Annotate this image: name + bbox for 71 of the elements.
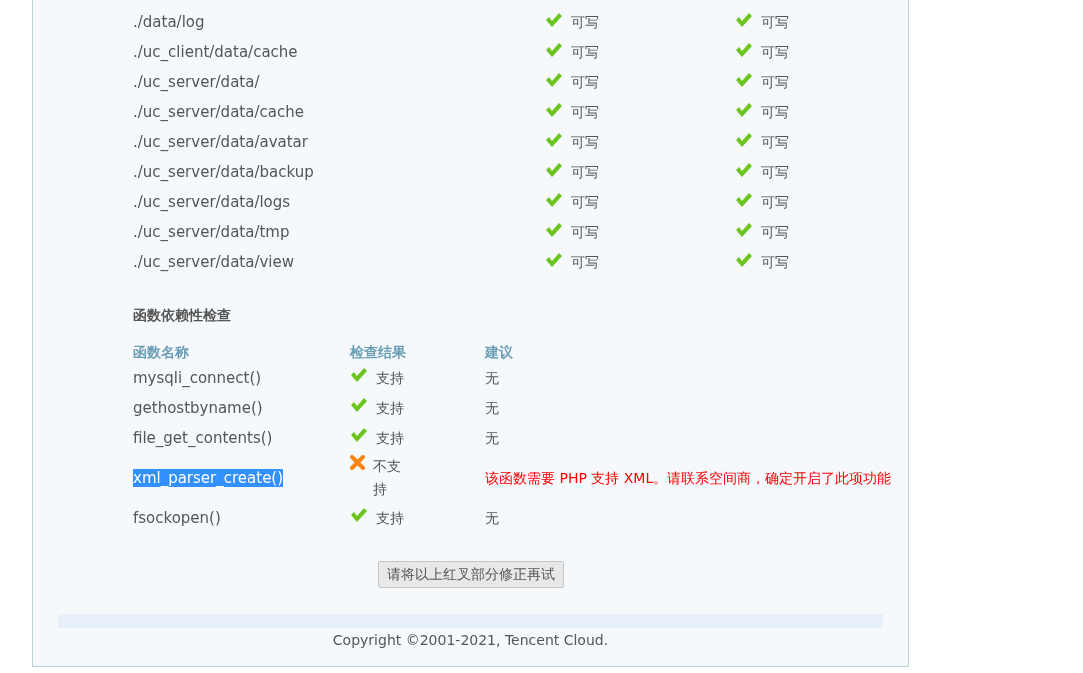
check-icon <box>545 161 563 178</box>
advice-text: 无 <box>485 428 500 448</box>
directory-path: ./uc_server/data/backup <box>133 161 315 183</box>
status-text: 可写 <box>761 222 789 242</box>
status-text: 可写 <box>761 72 789 92</box>
directory-path: ./uc_server/data/logs <box>133 191 292 213</box>
status-text: 可写 <box>571 252 599 272</box>
function-name: gethostbyname() <box>133 399 263 417</box>
result-text: 支持 <box>376 508 405 528</box>
advice-text: 该函数需要 PHP 支持 XML。请联系空间商，确定开启了此项功能 <box>485 468 893 488</box>
check-icon <box>735 191 753 208</box>
directory-path: ./uc_server/data/ <box>133 71 261 93</box>
check-icon <box>545 251 563 268</box>
check-icon <box>735 41 753 58</box>
status-text: 可写 <box>761 162 789 182</box>
status-text: 可写 <box>571 42 599 62</box>
check-icon <box>735 11 753 28</box>
function-name: mysqli_connect() <box>133 369 262 387</box>
status-text: 可写 <box>571 12 599 32</box>
check-icon <box>545 71 563 88</box>
copyright-text: Copyright ©2001-2021, Tencent Cloud. <box>331 631 610 650</box>
check-icon <box>545 41 563 58</box>
directory-path: ./data/log <box>133 11 206 33</box>
section-title: 函数依赖性检查 <box>133 306 232 325</box>
check-icon <box>350 396 368 413</box>
column-header: 函数名称 <box>133 343 190 362</box>
check-icon <box>350 426 368 443</box>
result-text: 支持 <box>376 368 405 388</box>
retry-button[interactable]: 请将以上红叉部分修正再试 <box>377 561 564 588</box>
function-name: fsockopen() <box>133 509 221 527</box>
result-text: 支持 <box>376 428 405 448</box>
check-icon <box>350 366 368 383</box>
check-icon <box>735 221 753 238</box>
status-text: 可写 <box>571 102 599 122</box>
column-header: 建议 <box>485 343 513 362</box>
check-icon <box>545 131 563 148</box>
check-icon <box>735 131 753 148</box>
check-icon <box>735 71 753 88</box>
check-icon <box>735 161 753 178</box>
status-text: 可写 <box>761 12 789 32</box>
column-header: 检查结果 <box>350 343 407 362</box>
check-icon <box>545 191 563 208</box>
status-text: 可写 <box>571 222 599 242</box>
advice-text: 无 <box>485 508 500 528</box>
advice-text: 无 <box>485 368 500 388</box>
directory-path: ./uc_server/data/cache <box>133 101 305 123</box>
check-icon <box>735 251 753 268</box>
status-text: 可写 <box>571 162 599 182</box>
result-text: 不支持 <box>373 457 402 499</box>
function-name: file_get_contents() <box>133 429 273 447</box>
directory-path: ./uc_server/data/view <box>133 251 295 273</box>
status-text: 可写 <box>571 192 599 212</box>
directory-path: ./uc_client/data/cache <box>133 41 299 63</box>
directory-path: ./uc_server/data/tmp <box>133 221 291 243</box>
check-icon <box>735 101 753 118</box>
status-text: 可写 <box>761 132 789 152</box>
status-text: 可写 <box>571 72 599 92</box>
directory-path: ./uc_server/data/avatar <box>133 131 309 153</box>
check-icon <box>545 11 563 28</box>
check-icon <box>545 101 563 118</box>
status-text: 可写 <box>761 252 789 272</box>
check-icon <box>545 221 563 238</box>
status-text: 可写 <box>571 132 599 152</box>
advice-text: 无 <box>485 398 500 418</box>
status-text: 可写 <box>761 192 789 212</box>
status-text: 可写 <box>761 102 789 122</box>
result-text: 支持 <box>376 398 405 418</box>
cross-icon <box>350 455 365 470</box>
status-text: 可写 <box>761 42 789 62</box>
check-icon <box>350 506 368 523</box>
function-name: xml_parser_create() <box>133 469 284 487</box>
